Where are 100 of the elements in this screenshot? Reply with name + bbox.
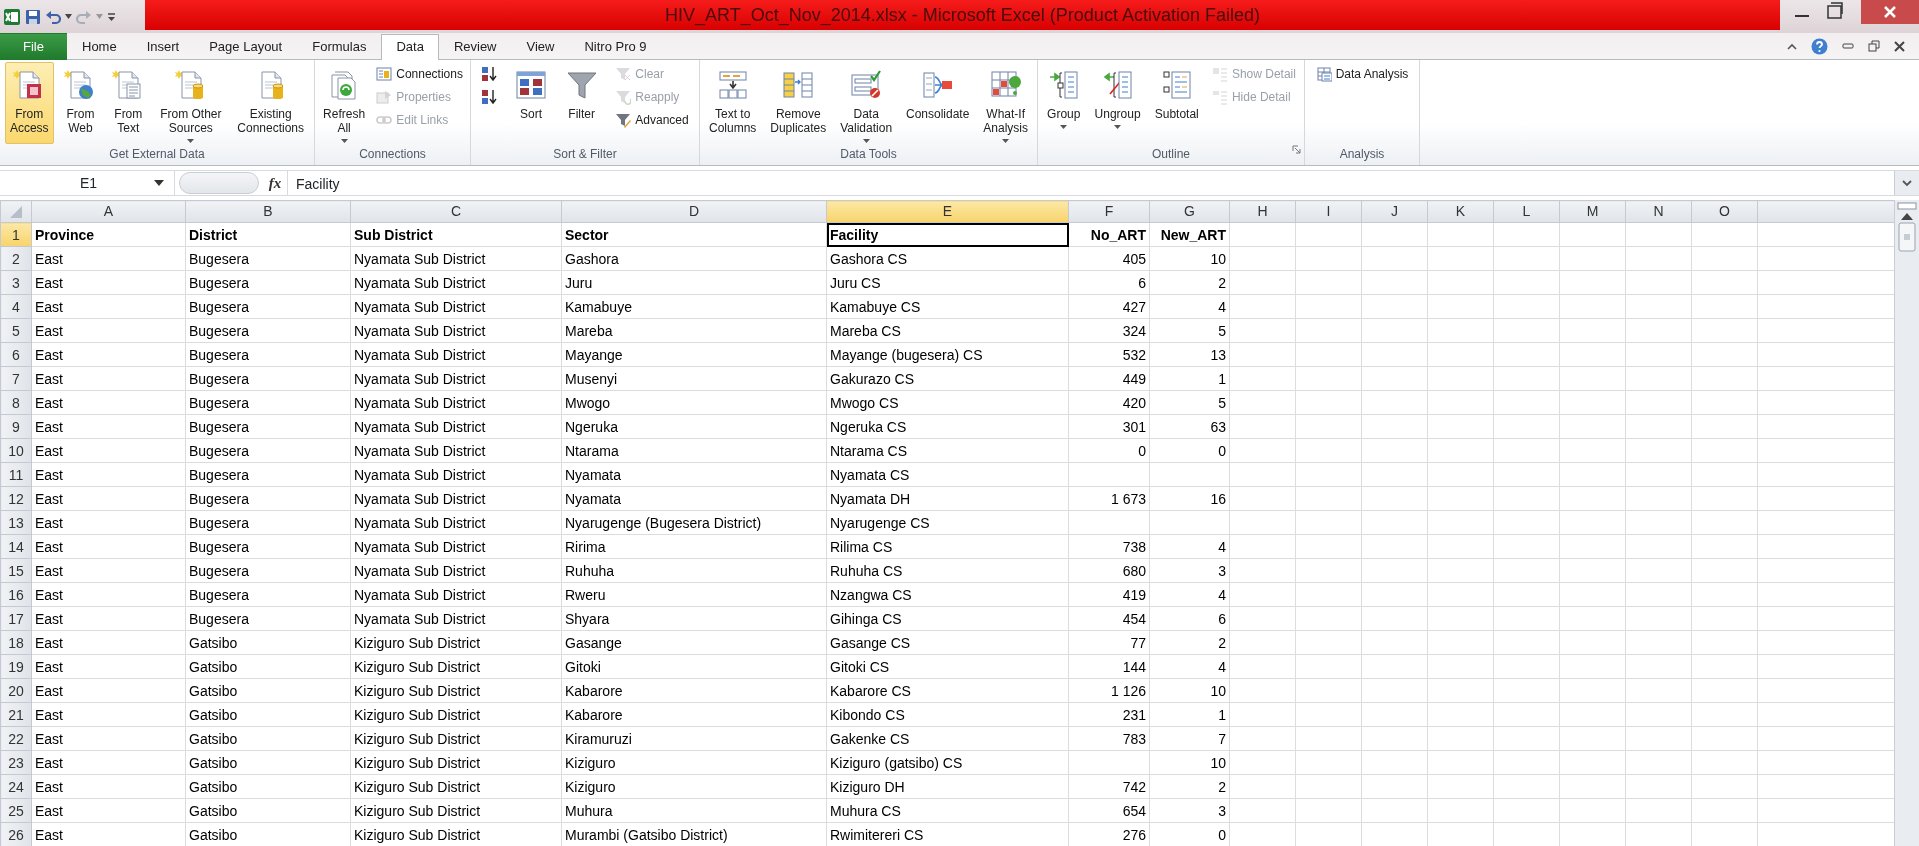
column-header[interactable]: B bbox=[185, 200, 351, 223]
ribbon-button[interactable]: Data Analysis bbox=[1311, 63, 1413, 85]
ribbon-button[interactable]: Ungroup bbox=[1089, 62, 1146, 144]
table-cell: 231 bbox=[1068, 702, 1150, 727]
row-header[interactable]: 20 bbox=[0, 678, 32, 703]
ribbon-tab[interactable]: View bbox=[511, 34, 570, 60]
row-header[interactable]: 11 bbox=[0, 462, 32, 487]
row-header[interactable]: 13 bbox=[0, 510, 32, 535]
row-header[interactable]: 25 bbox=[0, 798, 32, 823]
row-header[interactable]: 9 bbox=[0, 414, 32, 439]
row-header[interactable]: 7 bbox=[0, 366, 32, 391]
ribbon-button[interactable]: Connections bbox=[372, 63, 467, 85]
ribbon-button[interactable]: Data Validation bbox=[835, 62, 898, 144]
row-header[interactable]: 26 bbox=[0, 822, 32, 846]
ribbon-button[interactable]: Sort bbox=[510, 62, 552, 144]
ribbon-button[interactable]: Filter bbox=[560, 62, 603, 144]
file-tab[interactable]: File bbox=[0, 33, 67, 60]
table-cell: East bbox=[31, 510, 186, 535]
row-header[interactable]: 5 bbox=[0, 318, 32, 343]
ribbon-button[interactable]: What-If Analysis bbox=[978, 62, 1033, 144]
ribbon-button[interactable]: Refresh All bbox=[318, 62, 371, 144]
filter-icon bbox=[565, 69, 598, 101]
row-header[interactable]: 24 bbox=[0, 774, 32, 799]
ribbon-button[interactable]: Text to Columns bbox=[703, 62, 762, 144]
ribbon-button[interactable]: From Other Sources bbox=[155, 62, 227, 144]
expand-formula-bar-button[interactable] bbox=[1894, 171, 1919, 195]
scroll-up-icon[interactable] bbox=[1901, 212, 1913, 220]
row-header[interactable]: 1 bbox=[0, 222, 32, 247]
column-header[interactable]: C bbox=[350, 200, 562, 223]
row-header[interactable]: 4 bbox=[0, 294, 32, 319]
column-header[interactable]: G bbox=[1149, 200, 1230, 223]
spreadsheet-logo-icon[interactable] bbox=[3, 7, 21, 26]
help-icon[interactable] bbox=[1811, 37, 1828, 55]
column-header[interactable]: M bbox=[1559, 200, 1626, 223]
row-header[interactable]: 16 bbox=[0, 582, 32, 607]
dropdown-icon bbox=[154, 180, 164, 186]
ribbon-tab[interactable]: Review bbox=[438, 34, 512, 60]
row-header[interactable]: 12 bbox=[0, 486, 32, 511]
scrollbar-thumb-icon[interactable] bbox=[1898, 222, 1916, 252]
name-box[interactable]: E1 bbox=[0, 171, 175, 195]
ribbon-tab[interactable]: Formulas bbox=[297, 34, 382, 60]
save-icon[interactable] bbox=[25, 8, 41, 25]
column-header[interactable]: L bbox=[1493, 200, 1560, 223]
ribbon-button[interactable]: Subtotal bbox=[1149, 62, 1204, 144]
table-cell: East bbox=[31, 678, 186, 703]
row-header[interactable]: 10 bbox=[0, 438, 32, 463]
ribbon-tab[interactable]: Nitro Pro 9 bbox=[569, 34, 662, 60]
row-header[interactable]: 19 bbox=[0, 654, 32, 679]
close-window-icon[interactable] bbox=[1894, 40, 1905, 52]
table-cell: Gakurazo CS bbox=[826, 366, 1069, 391]
ribbon-button[interactable]: From Web bbox=[59, 62, 102, 144]
vertical-scrollbar[interactable] bbox=[1894, 200, 1919, 846]
caret-icon[interactable] bbox=[65, 14, 72, 19]
collapse-ribbon-icon[interactable] bbox=[1787, 42, 1797, 50]
column-header[interactable]: I bbox=[1295, 200, 1362, 223]
ribbon-button[interactable]: Group bbox=[1042, 62, 1086, 144]
ribbon-tab[interactable]: Insert bbox=[131, 34, 195, 60]
table-cell: East bbox=[31, 246, 186, 271]
ribbon-button[interactable]: From Text bbox=[107, 62, 150, 144]
row-header[interactable]: 14 bbox=[0, 534, 32, 559]
row-header[interactable]: 18 bbox=[0, 630, 32, 655]
table-cell: Gatsibo bbox=[185, 678, 351, 703]
row-header[interactable]: 22 bbox=[0, 726, 32, 751]
column-header[interactable]: J bbox=[1361, 200, 1428, 223]
ribbon-button[interactable]: Remove Duplicates bbox=[765, 62, 832, 144]
row-header[interactable]: 23 bbox=[0, 750, 32, 775]
split-handle-icon[interactable] bbox=[1897, 202, 1917, 210]
column-header[interactable]: A bbox=[31, 200, 186, 223]
table-cell: Nyamata bbox=[561, 486, 827, 511]
column-header[interactable]: D bbox=[561, 200, 827, 223]
column-header[interactable]: H bbox=[1229, 200, 1296, 223]
minimize-window-icon[interactable] bbox=[1842, 42, 1854, 50]
dialog-launcher-icon[interactable] bbox=[1292, 145, 1301, 155]
row-header[interactable]: 2 bbox=[0, 246, 32, 271]
table-cell: East bbox=[31, 726, 186, 751]
insert-function-button[interactable]: fx bbox=[263, 171, 287, 195]
column-header[interactable]: N bbox=[1625, 200, 1692, 223]
customize-menu-icon[interactable] bbox=[107, 10, 116, 23]
ungroup-icon bbox=[1101, 69, 1134, 101]
column-header[interactable]: K bbox=[1427, 200, 1494, 223]
ribbon-button[interactable]: From Access bbox=[4, 62, 54, 144]
ribbon-button[interactable]: Consolidate bbox=[901, 62, 975, 144]
ribbon-button[interactable]: Existing Connections bbox=[232, 62, 310, 144]
ribbon-tab[interactable]: Home bbox=[67, 34, 132, 60]
table-cell: Nyamata DH bbox=[826, 486, 1069, 511]
restore-window-icon[interactable] bbox=[1868, 40, 1880, 52]
row-header[interactable]: 21 bbox=[0, 702, 32, 727]
ribbon-tab[interactable]: Page Layout bbox=[194, 34, 298, 60]
column-header[interactable]: E bbox=[826, 200, 1069, 223]
column-header[interactable]: F bbox=[1068, 200, 1150, 223]
row-header[interactable]: 17 bbox=[0, 606, 32, 631]
ribbon-button[interactable]: Advanced bbox=[611, 109, 693, 131]
ribbon-tab[interactable]: Data bbox=[381, 34, 439, 60]
undo-icon[interactable] bbox=[45, 8, 61, 25]
column-header[interactable]: O bbox=[1691, 200, 1758, 223]
row-header[interactable]: 3 bbox=[0, 270, 32, 295]
row-header[interactable]: 15 bbox=[0, 558, 32, 583]
row-header[interactable]: 8 bbox=[0, 390, 32, 415]
close-button[interactable] bbox=[1861, 0, 1919, 24]
row-header[interactable]: 6 bbox=[0, 342, 32, 367]
